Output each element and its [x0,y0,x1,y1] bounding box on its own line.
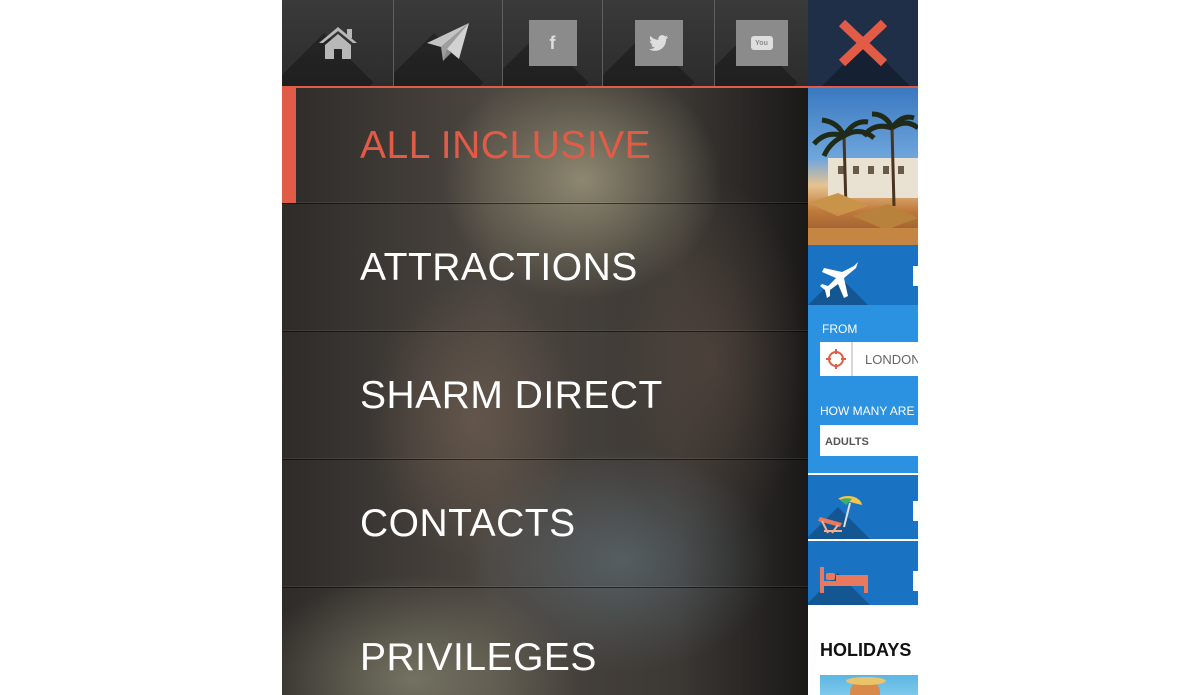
close-menu-button[interactable] [808,0,918,86]
close-icon [838,19,888,67]
screen: f You ALL INCLUSIVE ATTRACTIONS SHARM DI… [0,0,1200,695]
holidays-bar[interactable] [808,475,918,539]
menu-item-label: ATTRACTIONS [360,245,638,289]
menu-item-sharm-direct[interactable]: SHARM DIRECT [282,332,808,460]
flights-bar[interactable] [808,245,918,305]
twitter-icon [634,20,683,66]
flight-search-form: FROM LONDON HOW MANY ARE ADULTS [808,305,918,473]
menu-item-label: SHARM DIRECT [360,373,663,417]
paper-plane-icon [427,23,469,61]
facebook-icon: f [528,20,577,66]
app-header [808,0,918,86]
bed-icon [820,567,868,593]
menu-item-contacts[interactable]: CONTACTS [282,460,808,588]
youtube-button[interactable]: You [715,0,808,86]
hero-resort-image [808,88,918,245]
menu-toolbar: f You [282,0,808,88]
twitter-button[interactable] [603,0,715,86]
location-target-icon[interactable] [820,342,853,376]
holidays-heading: HOLIDAYS [820,640,912,660]
youtube-icon: You [735,20,788,66]
menu-item-label: ALL INCLUSIVE [360,123,652,167]
adults-label: ADULTS [825,436,869,448]
active-marker [282,88,296,203]
home-icon [318,27,357,59]
from-field[interactable]: LONDON [820,342,918,376]
hotels-bar[interactable] [808,541,918,605]
from-value: LONDON [865,352,918,367]
beach-chair-icon [818,495,862,534]
from-label: FROM [822,322,858,336]
menu-item-label: PRIVILEGES [360,636,597,679]
menu-item-attractions[interactable]: ATTRACTIONS [282,204,808,332]
passengers-label: HOW MANY ARE [820,404,915,418]
adults-select[interactable]: ADULTS [820,425,918,456]
facebook-button[interactable]: f [503,0,603,86]
home-button[interactable] [282,0,394,86]
holiday-thumbnail[interactable] [820,675,918,695]
app-content-panel: FROM LONDON HOW MANY ARE ADULTS HOLIDAYS [808,0,918,695]
menu-item-all-inclusive[interactable]: ALL INCLUSIVE [282,88,808,204]
send-button[interactable] [394,0,503,86]
side-menu: f You ALL INCLUSIVE ATTRACTIONS SHARM DI… [282,0,808,695]
airplane-icon [820,262,858,298]
menu-item-privileges[interactable]: PRIVILEGES [282,588,808,695]
menu-item-label: CONTACTS [360,501,576,545]
